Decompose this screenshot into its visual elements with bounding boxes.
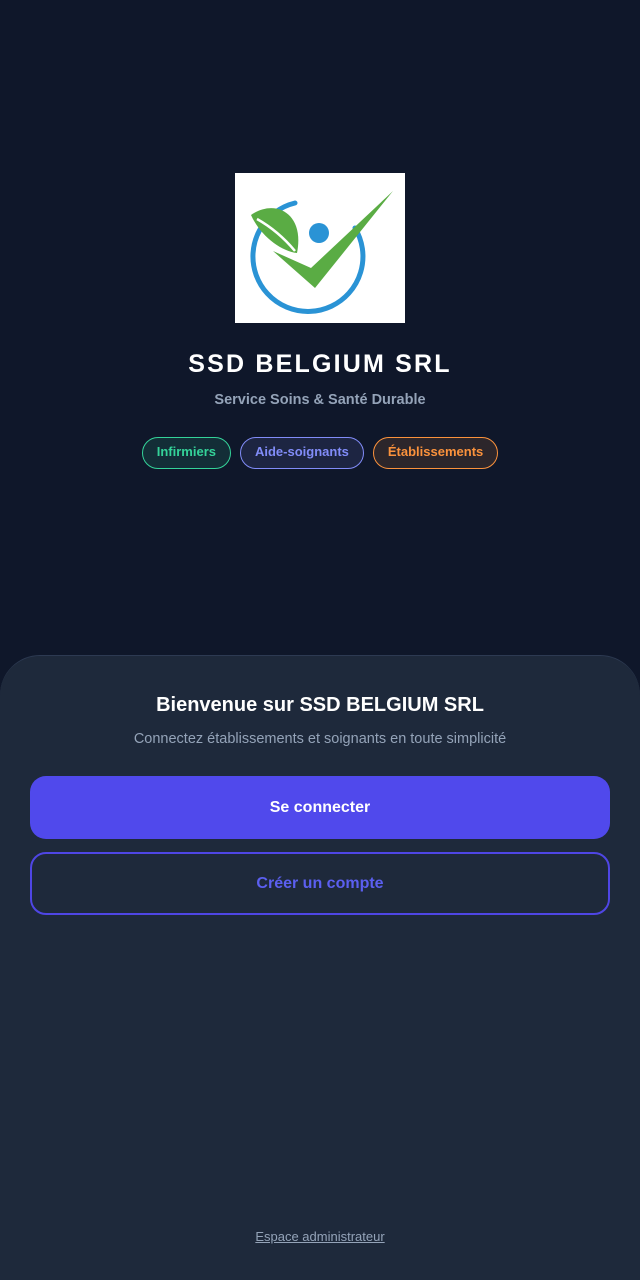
leaf-checkmark-person-logo-icon	[250, 191, 393, 314]
welcome-title: Bienvenue sur SSD BELGIUM SRL	[156, 694, 484, 716]
admin-space-link[interactable]: Espace administrateur	[0, 1229, 640, 1244]
tag-nurses: Infirmiers	[141, 437, 231, 469]
welcome-subtitle: Connectez établissements et soignants en…	[133, 731, 507, 747]
welcome-screen: SSD BELGIUM SRL Service Soins & Santé Du…	[0, 0, 640, 1280]
auth-sheet: Bienvenue sur SSD BELGIUM SRL Connectez …	[0, 655, 640, 1280]
hero-section: SSD BELGIUM SRL Service Soins & Santé Du…	[0, 0, 640, 656]
tag-facilities: Établissements	[372, 437, 499, 469]
brand-title: SSD BELGIUM SRL	[188, 350, 452, 378]
role-tags: Infirmiers Aide-soignants Établissements	[0, 437, 640, 469]
login-button[interactable]: Se connecter	[30, 776, 610, 839]
tag-care-assistants: Aide-soignants	[239, 437, 364, 469]
company-logo	[235, 173, 405, 323]
brand-subtitle: Service Soins & Santé Durable	[214, 392, 426, 408]
create-account-button[interactable]: Créer un compte	[30, 852, 610, 915]
